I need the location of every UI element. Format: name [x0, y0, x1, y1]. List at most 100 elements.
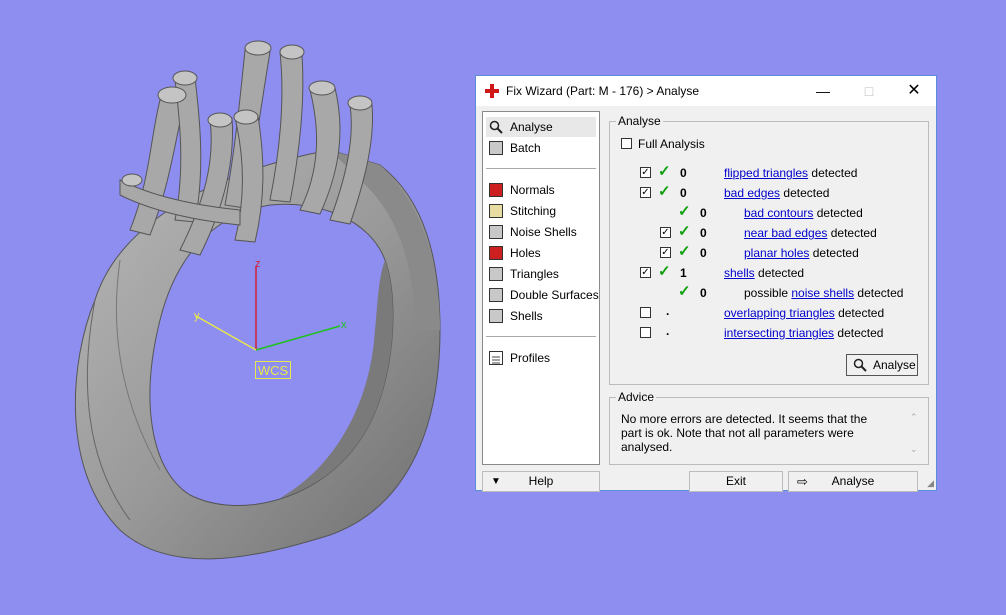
bad-edges-checkbox[interactable]: ✓: [640, 187, 651, 198]
bad-contours-link[interactable]: bad contours: [744, 206, 813, 220]
row-suffix: detected: [813, 206, 863, 220]
row-suffix: detected: [809, 246, 859, 260]
maximize-button[interactable]: □: [846, 76, 892, 106]
analyse-group: Analyse Full Analysis ✓ ✓ 0 flipped tria…: [609, 114, 929, 385]
planar-holes-row: planar holes detected: [744, 246, 859, 260]
double-surfaces-cube-icon: [489, 288, 503, 302]
planar-holes-link[interactable]: planar holes: [744, 246, 809, 260]
nav-item-batch[interactable]: Batch: [486, 138, 596, 158]
nav-item-label: Double Surfaces: [510, 288, 599, 302]
nav-item-label: Normals: [510, 183, 555, 197]
nav-separator: [486, 168, 596, 169]
flipped-triangles-row: flipped triangles detected: [724, 166, 857, 180]
normals-cube-icon: [489, 183, 503, 197]
row-suffix: detected: [780, 186, 830, 200]
red-cross-icon: [485, 84, 499, 98]
nav-item-double-surfaces[interactable]: Double Surfaces: [486, 285, 599, 305]
intersecting-triangles-link[interactable]: intersecting triangles: [724, 326, 834, 340]
near-bad-edges-link[interactable]: near bad edges: [744, 226, 827, 240]
bad-contours-row: bad contours detected: [744, 206, 863, 220]
nav-item-triangles[interactable]: Triangles: [486, 264, 596, 284]
intersecting-triangles-checkbox[interactable]: [640, 327, 651, 338]
near-bad-edges-count: 0: [700, 226, 707, 240]
nav-item-shells[interactable]: Shells: [486, 306, 596, 326]
overlapping-triangles-count: .: [666, 304, 670, 318]
axis-x-label: x: [341, 319, 347, 331]
intersecting-triangles-count: .: [666, 324, 670, 338]
axis-z-label: z: [255, 258, 261, 270]
bad-edges-count: 0: [680, 186, 687, 200]
flipped-triangles-checkbox[interactable]: ✓: [640, 167, 651, 178]
nav-item-analyse[interactable]: Analyse: [486, 117, 596, 137]
noise-shells-link[interactable]: noise shells: [791, 286, 854, 300]
nav-item-noise-shells[interactable]: Noise Shells: [486, 222, 596, 242]
check-icon: ✓: [658, 163, 671, 180]
help-button-label: Help: [528, 474, 554, 488]
profiles-icon: [489, 351, 503, 365]
nav-item-stitching[interactable]: Stitching: [486, 201, 596, 221]
planar-holes-count: 0: [700, 246, 707, 260]
analyse-group-title: Analyse: [616, 114, 663, 128]
row-suffix: detected: [834, 326, 884, 340]
wizard-nav-panel: Analyse Batch Normals Stitching Noise Sh…: [482, 111, 600, 465]
dropdown-arrow-icon: ▼: [491, 476, 501, 487]
batch-icon: [489, 141, 503, 155]
bad-edges-row: bad edges detected: [724, 186, 829, 200]
advice-group: Advice No more errors are detected. It s…: [609, 390, 929, 465]
close-button[interactable]: ✕: [891, 76, 937, 106]
nav-item-normals[interactable]: Normals: [486, 180, 596, 200]
near-bad-edges-checkbox[interactable]: ✓: [660, 227, 671, 238]
analyse-button[interactable]: Analyse: [846, 354, 918, 376]
overlapping-triangles-row: overlapping triangles detected: [724, 306, 884, 320]
row-suffix: detected: [754, 266, 805, 280]
arrow-right-icon: ⇨: [797, 474, 808, 489]
nav-separator: [486, 336, 596, 337]
magnifier-icon: [489, 120, 503, 134]
overlapping-triangles-link[interactable]: overlapping triangles: [724, 306, 835, 320]
row-suffix: detected: [834, 306, 885, 320]
overlapping-triangles-checkbox[interactable]: [640, 307, 651, 318]
flipped-triangles-count: 0: [680, 166, 687, 180]
row-suffix: detected: [827, 226, 877, 240]
axis-y-label: y: [194, 310, 200, 322]
scroll-up-icon[interactable]: ⌃: [910, 412, 918, 423]
nav-item-label: Noise Shells: [510, 225, 577, 239]
shells-link[interactable]: shells: [724, 266, 755, 280]
nav-item-label: Analyse: [510, 120, 553, 134]
nav-item-label: Holes: [510, 246, 541, 260]
noise-shells-icon: [489, 225, 503, 239]
bottom-analyse-label: Analyse: [831, 474, 875, 488]
check-icon: ✓: [658, 183, 671, 200]
shells-checkbox[interactable]: ✓: [640, 267, 651, 278]
nav-item-profiles[interactable]: Profiles: [486, 348, 596, 368]
advice-text: No more errors are detected. It seems th…: [621, 412, 868, 454]
advice-scrollbar[interactable]: ⌃ ⌄: [910, 412, 920, 458]
row-prefix: possible: [744, 286, 792, 300]
bad-edges-link[interactable]: bad edges: [724, 186, 780, 200]
help-button[interactable]: ▼ Help: [482, 471, 600, 492]
row-suffix: detected: [808, 166, 858, 180]
check-icon: ✓: [678, 203, 691, 220]
nav-item-label: Profiles: [510, 351, 551, 365]
nav-item-label: Triangles: [510, 267, 559, 281]
nav-item-label: Stitching: [510, 204, 557, 218]
minimize-button[interactable]: —: [800, 76, 846, 106]
flipped-triangles-link[interactable]: flipped triangles: [724, 166, 808, 180]
dialog-titlebar[interactable]: Fix Wizard (Part: M - 176) > Analyse — □…: [476, 76, 936, 106]
resize-grip-icon[interactable]: ◢: [927, 478, 934, 489]
shells-row: shells detected: [724, 266, 804, 280]
full-analysis-label: Full Analysis: [638, 137, 705, 151]
planar-holes-checkbox[interactable]: ✓: [660, 247, 671, 258]
check-icon: ✓: [658, 263, 671, 280]
nav-item-holes[interactable]: Holes: [486, 243, 596, 263]
dialog-title: Fix Wizard (Part: M - 176) > Analyse: [506, 84, 700, 98]
scroll-down-icon[interactable]: ⌄: [910, 444, 918, 455]
bottom-analyse-button[interactable]: ⇨ Analyse: [788, 471, 918, 492]
full-analysis-checkbox[interactable]: [621, 138, 632, 149]
check-icon: ✓: [678, 283, 691, 300]
row-suffix: detected: [854, 286, 904, 300]
check-icon: ✓: [678, 243, 691, 260]
exit-button[interactable]: Exit: [689, 471, 783, 492]
stitching-cube-icon: [489, 204, 503, 218]
nav-item-label: Shells: [510, 309, 543, 323]
